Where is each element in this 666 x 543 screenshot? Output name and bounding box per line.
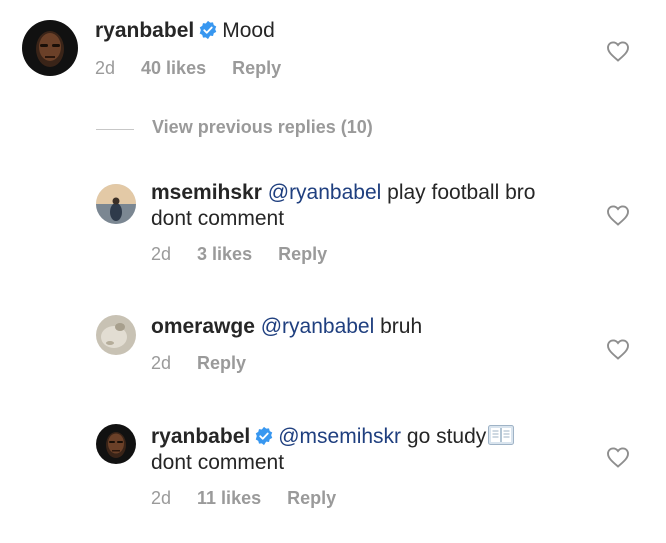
like-heart-icon[interactable]	[606, 446, 630, 468]
comment-text-line2: dont comment	[151, 207, 285, 230]
reply-button[interactable]: Reply	[278, 244, 327, 264]
username[interactable]: ryanbabel	[95, 19, 194, 42]
comment-time: 2d	[95, 58, 116, 78]
reply-button[interactable]: Reply	[232, 58, 281, 78]
username[interactable]: omerawge	[151, 315, 255, 338]
avatar-image-ryanbabel	[22, 20, 78, 76]
open-book-icon	[488, 425, 515, 445]
reply-button[interactable]: Reply	[197, 353, 246, 373]
likes-count-button[interactable]: 40 likes	[141, 58, 206, 78]
avatar[interactable]	[96, 184, 136, 224]
like-heart-icon[interactable]	[606, 204, 630, 226]
divider-line	[96, 129, 134, 130]
comment-time: 2d	[151, 488, 172, 508]
avatar[interactable]	[22, 20, 78, 76]
view-previous-replies-label: View previous replies (10)	[152, 117, 373, 137]
comment-text-line2: dont comment	[151, 451, 285, 474]
comment-text: Mood	[222, 19, 275, 42]
username[interactable]: ryanbabel	[151, 425, 250, 448]
comment-text: go study	[406, 425, 487, 448]
avatar-image-ryanbabel	[96, 424, 136, 464]
reply-button[interactable]: Reply	[287, 488, 336, 508]
comment-text: bruh	[380, 315, 423, 338]
verified-badge-icon	[199, 20, 217, 40]
comment-time: 2d	[151, 353, 172, 373]
comment-text: play football bro	[387, 181, 536, 204]
verified-badge-icon	[255, 426, 273, 446]
username[interactable]: msemihskr	[151, 181, 262, 204]
avatar-image-msemihskr	[96, 184, 136, 224]
avatar-image-omerawge	[96, 315, 136, 355]
avatar[interactable]	[96, 315, 136, 355]
likes-count-button[interactable]: 11 likes	[197, 488, 261, 508]
like-heart-icon[interactable]	[606, 338, 630, 360]
like-heart-icon[interactable]	[606, 40, 630, 62]
likes-count-button[interactable]: 3 likes	[197, 244, 252, 264]
mention-link[interactable]: @ryanbabel	[268, 181, 382, 204]
avatar[interactable]	[96, 424, 136, 464]
mention-link[interactable]: @ryanbabel	[261, 315, 375, 338]
comment-time: 2d	[151, 244, 172, 264]
mention-link[interactable]: @msemihskr	[278, 425, 401, 448]
